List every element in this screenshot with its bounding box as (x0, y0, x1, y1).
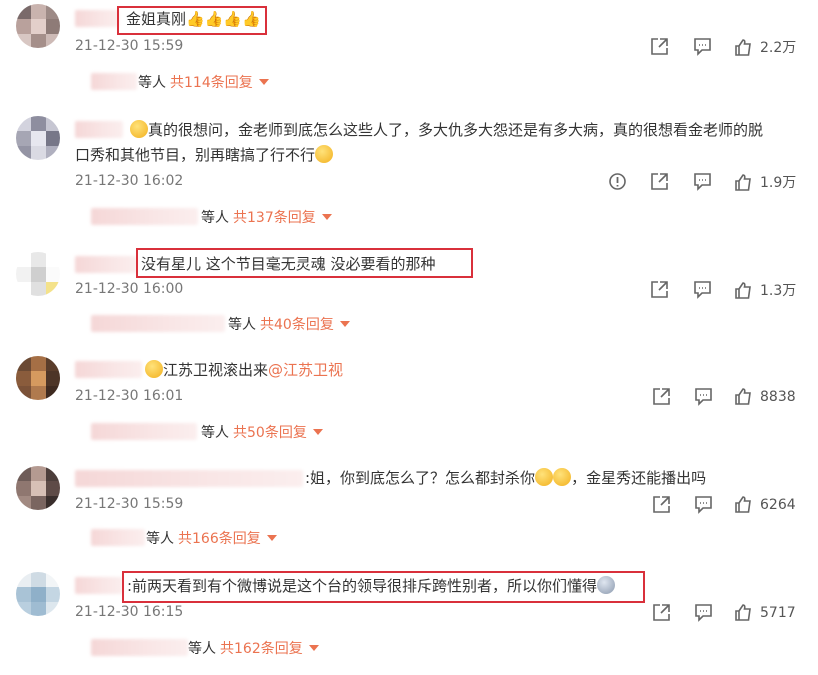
username-blurred[interactable] (75, 361, 142, 378)
comment-icon (694, 173, 711, 191)
thumbs-up-icon (735, 604, 751, 621)
caret-down-icon (258, 79, 269, 85)
avatar[interactable] (16, 4, 60, 48)
like-count: 1.9万 (760, 175, 797, 191)
caret-down-icon (321, 214, 332, 220)
avatar[interactable] (16, 116, 60, 160)
replier-names-blurred (91, 73, 137, 90)
like-count: 6264 (760, 496, 796, 513)
username-blurred[interactable] (75, 577, 123, 594)
share-button[interactable] (650, 172, 669, 191)
username-blurred[interactable] (75, 121, 123, 138)
comment-button[interactable] (694, 387, 713, 406)
replier-names-blurred (91, 529, 145, 546)
thumbs-up-icon (735, 496, 751, 513)
emoji-icon (535, 468, 554, 486)
reply-expander[interactable]: 等人 共50条回复 (201, 422, 323, 442)
replier-names-blurred (91, 639, 188, 656)
like-button[interactable]: 8838 (734, 387, 796, 406)
thumbs-up-icon (735, 388, 751, 405)
reply-expander[interactable]: 等人 共137条回复 (201, 207, 332, 227)
replier-names-blurred (91, 208, 198, 225)
emoji-icon (553, 468, 572, 486)
like-count: 1.3万 (760, 283, 797, 299)
share-icon (651, 281, 668, 298)
share-icon (651, 173, 668, 190)
thumbs-up-icon (735, 38, 751, 56)
replier-names-blurred (91, 315, 225, 332)
thumbs-up-icon (735, 173, 751, 191)
comment-text: 江苏卫视滚出来@江苏卫视 (145, 358, 343, 382)
caret-down-icon (312, 429, 323, 435)
like-button[interactable]: 1.9万 (734, 172, 796, 192)
comment-text: :姐，你到底怎么了？怎么都封杀你 ，金星秀还能播出吗 (305, 468, 707, 487)
like-button[interactable]: 1.3万 (734, 280, 796, 300)
username-blurred[interactable] (75, 470, 303, 487)
share-icon (653, 388, 670, 405)
comment-time: 21-12-30 15:59 (75, 38, 184, 54)
comment-item: 没有星儿 这个节目毫无灵魂 没必要看的那种 21-12-30 16:00 1.3… (0, 244, 818, 344)
share-button[interactable] (652, 387, 671, 406)
comment-button[interactable] (693, 37, 712, 56)
like-button[interactable]: 2.2万 (734, 37, 796, 57)
replier-names-blurred (91, 423, 197, 440)
comment-text: 真的很想问，金老师到底怎么这些人了，多大仇多大怨还是有多大病，真的很想看金老师的… (130, 118, 763, 142)
reply-expander[interactable]: 等人 共40条回复 (228, 314, 350, 334)
comment-icon (695, 496, 712, 514)
thumbs-up-icon (735, 281, 751, 299)
reply-expander[interactable]: 等人 共114条回复 (138, 72, 269, 92)
comment-item: 金姐真刚👍👍👍👍 21-12-30 15:59 2.2万 等人 共114条回复 (0, 0, 818, 100)
share-button[interactable] (652, 603, 671, 622)
comment-icon (694, 281, 711, 299)
comment-item: 真的很想问，金老师到底怎么这些人了，多大仇多大怨还是有多大病，真的很想看金老师的… (0, 108, 818, 236)
caret-down-icon (339, 321, 350, 327)
share-button[interactable] (652, 495, 671, 514)
share-icon (653, 604, 670, 621)
comment-time: 21-12-30 16:01 (75, 388, 184, 404)
comment-icon (694, 38, 711, 56)
reply-expander[interactable]: 等人 共162条回复 (188, 638, 319, 658)
mention-link[interactable]: @江苏卫视 (268, 361, 343, 379)
report-icon (609, 173, 626, 190)
report-button[interactable] (608, 172, 627, 191)
reply-expander[interactable]: 等人 共166条回复 (146, 528, 277, 548)
comment-item: :前两天看到有个微博说是这个台的领导很排斥跨性别者，所以你们懂得 21-12-3… (0, 566, 818, 675)
share-icon (653, 496, 670, 513)
comment-item: :姐，你到底怎么了？怎么都封杀你 ，金星秀还能播出吗 21-12-30 15:59… (0, 458, 818, 562)
comment-time: 21-12-30 16:15 (75, 604, 184, 620)
highlight-box (122, 571, 645, 603)
comment-item: 江苏卫视滚出来@江苏卫视 21-12-30 16:01 8838 等人 共50条… (0, 350, 818, 454)
comment-button[interactable] (694, 495, 713, 514)
comment-button[interactable] (693, 172, 712, 191)
share-button[interactable] (650, 280, 669, 299)
caret-down-icon (308, 645, 319, 651)
caret-down-icon (266, 535, 277, 541)
share-icon (651, 38, 668, 55)
share-button[interactable] (650, 37, 669, 56)
avatar[interactable] (16, 572, 60, 616)
comment-time: 21-12-30 16:02 (75, 173, 184, 189)
comment-icon (695, 388, 712, 406)
avatar[interactable] (16, 356, 60, 400)
like-button[interactable]: 5717 (734, 603, 796, 622)
username-blurred[interactable] (75, 10, 119, 27)
emoji-icon (130, 120, 148, 138)
like-count: 8838 (760, 388, 796, 405)
comment-icon (695, 604, 712, 622)
emoji-icon (315, 145, 334, 163)
comment-button[interactable] (693, 280, 712, 299)
like-count: 5717 (760, 604, 796, 621)
username-blurred[interactable] (75, 256, 137, 273)
avatar[interactable] (16, 252, 60, 296)
comment-time: 21-12-30 16:00 (75, 281, 184, 297)
comment-text-line2: 口秀和其他节目，别再瞎搞了行不行 (75, 143, 334, 167)
highlight-box (117, 6, 267, 35)
comment-button[interactable] (694, 603, 713, 622)
emoji-icon (145, 360, 163, 378)
comment-time: 21-12-30 15:59 (75, 496, 184, 512)
like-count: 2.2万 (760, 40, 797, 56)
like-button[interactable]: 6264 (734, 495, 796, 514)
avatar[interactable] (16, 466, 60, 510)
highlight-box (136, 248, 473, 278)
